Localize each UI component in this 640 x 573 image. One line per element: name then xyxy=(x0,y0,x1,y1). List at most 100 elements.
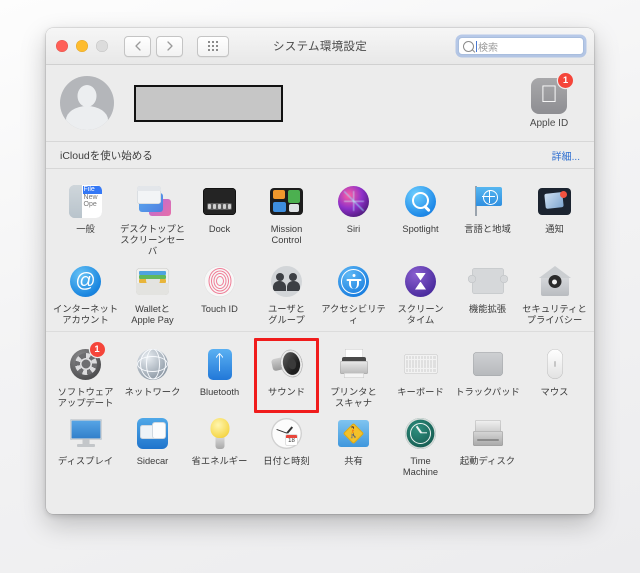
pref-pane-keyboard[interactable]: キーボード xyxy=(387,340,454,409)
avatar-body xyxy=(66,106,108,130)
pref-pane-label: Bluetooth xyxy=(199,387,240,397)
preferences-section-personal: File New Ope 一般 デスクトップと スクリーンセーバ Dock Mission Co… xyxy=(46,169,594,331)
pref-pane-sharing[interactable]: 🚶 共有 xyxy=(320,409,387,478)
preferences-section-hardware: 1 ソフトウェア アップデート ネットワーク ᛏ Bluetooth サウンド プリンタと スキ… xyxy=(46,331,594,483)
minimize-button[interactable] xyxy=(76,40,88,52)
forward-button[interactable] xyxy=(156,35,183,57)
pref-pane-software-update[interactable]: 1 ソフトウェア アップデート xyxy=(52,340,119,409)
pref-pane-extensions[interactable]: 機能拡張 xyxy=(454,257,521,326)
pref-pane-energy-saver[interactable]: 省エネルギー xyxy=(186,409,253,478)
pref-pane-internet-accounts[interactable]: @ インターネット アカウント xyxy=(52,257,119,326)
bluetooth-icon: ᛏ xyxy=(200,344,240,384)
users-groups-icon xyxy=(267,261,307,301)
close-button[interactable] xyxy=(56,40,68,52)
touch-id-icon xyxy=(200,261,240,301)
pref-pane-label: 通知 xyxy=(545,224,564,234)
account-header:  1 Apple ID xyxy=(46,65,594,141)
preferences-row: @ インターネット アカウント Walletと Apple Pay Touch ID ユーザ… xyxy=(52,257,588,326)
pref-pane-label: Mission Control xyxy=(270,224,303,245)
wallet-apple-pay-icon xyxy=(133,261,173,301)
avatar[interactable] xyxy=(60,76,114,130)
account-name-redacted xyxy=(134,84,283,122)
pref-pane-sidecar[interactable]: Sidecar xyxy=(119,409,186,478)
avatar-head xyxy=(77,85,97,107)
mouse-icon xyxy=(535,344,575,384)
startup-disk-icon xyxy=(468,413,508,453)
grid-dots xyxy=(208,41,218,51)
pref-pane-label: 一般 xyxy=(76,224,95,234)
apple-id-button[interactable]:  1 Apple ID xyxy=(518,72,580,129)
time-machine-icon xyxy=(401,413,441,453)
notifications-icon xyxy=(535,181,575,221)
mission-control-icon xyxy=(267,181,307,221)
apple-id-label: Apple ID xyxy=(529,117,569,129)
pref-pane-startup-disk[interactable]: 起動ディスク xyxy=(454,409,521,478)
notification-badge: 1 xyxy=(89,342,105,357)
spotlight-icon xyxy=(401,181,441,221)
screen-time-icon xyxy=(401,261,441,301)
pref-pane-label: アクセシビリティ xyxy=(321,304,386,325)
security-privacy-icon xyxy=(535,261,575,301)
pref-pane-label: Siri xyxy=(346,224,361,234)
displays-icon xyxy=(66,413,106,453)
pref-pane-spotlight[interactable]: Spotlight xyxy=(387,177,454,257)
system-preferences-window: システム環境設定 検索  1 Apple ID xyxy=(46,28,594,514)
pref-pane-label: Dock xyxy=(208,224,231,234)
pref-pane-siri[interactable]: Siri xyxy=(320,177,387,257)
show-all-grid-icon[interactable] xyxy=(197,35,229,57)
pref-pane-time-machine[interactable]: Time Machine xyxy=(387,409,454,478)
pref-pane-label: 起動ディスク xyxy=(459,456,516,466)
printers-scanners-icon xyxy=(334,344,374,384)
pref-pane-dock[interactable]: Dock xyxy=(186,177,253,257)
pref-pane-language-region[interactable]: 言語と地域 xyxy=(454,177,521,257)
pref-pane-label: ユーザと グループ xyxy=(267,304,305,325)
traffic-lights xyxy=(56,40,108,52)
text-caret xyxy=(476,40,477,52)
extensions-icon xyxy=(467,261,508,301)
pref-pane-printers-scanners[interactable]: プリンタと スキャナ xyxy=(320,340,387,409)
desktop-background: システム環境設定 検索  1 Apple ID xyxy=(0,0,640,573)
pref-pane-network[interactable]: ネットワーク xyxy=(119,340,186,409)
apple-id-badge: 1 xyxy=(558,72,573,88)
search-container: 検索 xyxy=(458,37,584,55)
pref-pane-label: マウス xyxy=(540,387,569,397)
search-input[interactable]: 検索 xyxy=(458,37,584,55)
accessibility-icon xyxy=(334,261,374,301)
icloud-text: iCloudを使い始める xyxy=(60,149,153,162)
pref-pane-users-groups[interactable]: ユーザと グループ xyxy=(253,257,320,326)
pref-pane-bluetooth[interactable]: ᛏ Bluetooth xyxy=(186,340,253,409)
pref-pane-notifications[interactable]: 通知 xyxy=(521,177,588,257)
pref-pane-general[interactable]: File New Ope 一般 xyxy=(52,177,119,257)
back-button[interactable] xyxy=(124,35,151,57)
pref-pane-displays[interactable]: ディスプレイ xyxy=(52,409,119,478)
desktop-screensaver-icon xyxy=(133,181,173,221)
icloud-details-link[interactable]: 詳細... xyxy=(552,148,580,163)
pref-pane-accessibility[interactable]: アクセシビリティ xyxy=(320,257,387,326)
pref-pane-security-privacy[interactable]: セキュリティと プライバシー xyxy=(521,257,588,326)
pref-pane-touch-id[interactable]: Touch ID xyxy=(186,257,253,326)
pref-pane-date-time[interactable]: 18 日付と時刻 xyxy=(253,409,320,478)
pref-pane-wallet-apple-pay[interactable]: Walletと Apple Pay xyxy=(119,257,186,326)
trackpad-icon xyxy=(468,344,508,384)
pref-pane-label: ディスプレイ xyxy=(57,456,114,466)
pref-pane-mission-control[interactable]: Mission Control xyxy=(253,177,320,257)
pref-pane-label: セキュリティと プライバシー xyxy=(522,304,587,325)
pref-pane-label: 日付と時刻 xyxy=(263,456,310,466)
language-region-icon xyxy=(468,181,508,221)
pref-pane-label: Time Machine xyxy=(402,456,439,477)
pref-pane-mouse[interactable]: マウス xyxy=(521,340,588,409)
pref-pane-screen-time[interactable]: スクリーン タイム xyxy=(387,257,454,326)
search-icon xyxy=(463,40,474,52)
pref-pane-label: 言語と地域 xyxy=(464,224,511,234)
pref-pane-desktop-screensaver[interactable]: デスクトップと スクリーンセーバ xyxy=(119,177,186,257)
energy-saver-icon xyxy=(200,413,240,453)
pref-pane-label: サウンド xyxy=(267,387,306,397)
pref-pane-label: 共有 xyxy=(344,456,363,466)
pref-pane-sound[interactable]: サウンド xyxy=(253,338,320,413)
pref-pane-label: 省エネルギー xyxy=(191,456,248,466)
preferences-row: 1 ソフトウェア アップデート ネットワーク ᛏ Bluetooth サウンド プリンタと スキ… xyxy=(52,338,588,413)
pref-pane-label: Walletと Apple Pay xyxy=(131,304,174,325)
pref-pane-trackpad[interactable]: トラックパッド xyxy=(454,340,521,409)
sound-icon xyxy=(267,344,307,384)
preferences-row: ディスプレイ Sidecar 省エネルギー 18 日付と時刻 🚶 共有 Time Machine… xyxy=(52,409,588,478)
